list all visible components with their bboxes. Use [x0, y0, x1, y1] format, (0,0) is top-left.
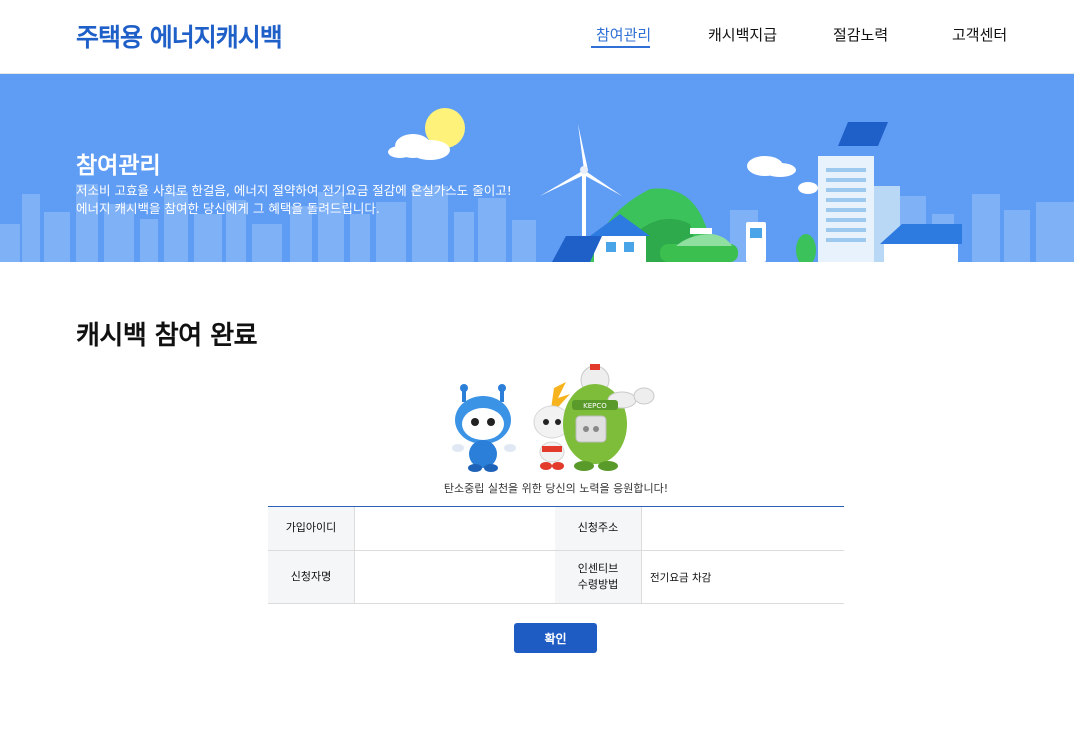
- table-row: 신청자명 인센티브 수령방법 전기요금 차감: [268, 551, 844, 604]
- hero-banner: 참여관리 저소비 고효율 사회로 한걸음, 에너지 절약하여 전기요금 절감에 …: [0, 74, 1074, 262]
- city-illustration: [0, 108, 1074, 262]
- nav-item-customer-center[interactable]: 고객센터: [952, 24, 1007, 45]
- incentive-method-value: 전기요금 차감: [650, 571, 712, 584]
- nav-item-cashback-payment[interactable]: 캐시백지급: [708, 24, 777, 45]
- application-info-table: 가입아이디 신청주소 신청자명 인센티브 수령방법 전기요금 차감: [268, 506, 844, 604]
- page-title: 캐시백 참여 완료: [76, 321, 258, 351]
- banner-description-line2: 에너지 캐시백을 참여한 당신에게 그 혜택을 돌려드립니다.: [76, 201, 380, 216]
- incentive-method-label: 인센티브 수령방법: [555, 551, 641, 603]
- green-robot-mascot: KEPCO: [563, 364, 655, 471]
- mascot-illustration: KEPCO: [450, 360, 662, 478]
- user-id-value: [354, 507, 555, 550]
- applicant-name-value: [354, 551, 555, 603]
- table-row: 가입아이디 신청주소: [268, 507, 844, 551]
- applicant-name-label: 신청자명: [268, 551, 354, 603]
- support-caption: 탄소중립 실천을 위한 당신의 노력을 응원합니다!: [443, 482, 669, 495]
- main-nav: 참여관리 캐시백지급 절감노력 고객센터: [0, 24, 1074, 54]
- nav-item-participation[interactable]: 참여관리: [596, 24, 651, 45]
- blue-mascot: [452, 384, 516, 472]
- user-id-label: 가입아이디: [268, 507, 354, 550]
- kepco-badge: KEPCO: [583, 402, 607, 410]
- mascot-characters: KEPCO: [452, 364, 655, 472]
- nav-item-saving-effort[interactable]: 절감노력: [833, 24, 888, 45]
- nav-active-indicator: [591, 46, 650, 48]
- banner-description-line1: 저소비 고효율 사회로 한걸음, 에너지 절약하여 전기요금 절감에 온실가스도…: [76, 183, 512, 198]
- confirm-button[interactable]: 확인: [514, 623, 597, 653]
- site-header: 주택용 에너지캐시백 참여관리 캐시백지급 절감노력 고객센터: [0, 0, 1074, 74]
- incentive-label-line1: 인센티브: [577, 561, 619, 575]
- banner-title: 참여관리: [76, 153, 161, 179]
- incentive-label-line2: 수령방법: [577, 578, 619, 591]
- address-label: 신청주소: [555, 507, 641, 550]
- address-value: [641, 507, 844, 550]
